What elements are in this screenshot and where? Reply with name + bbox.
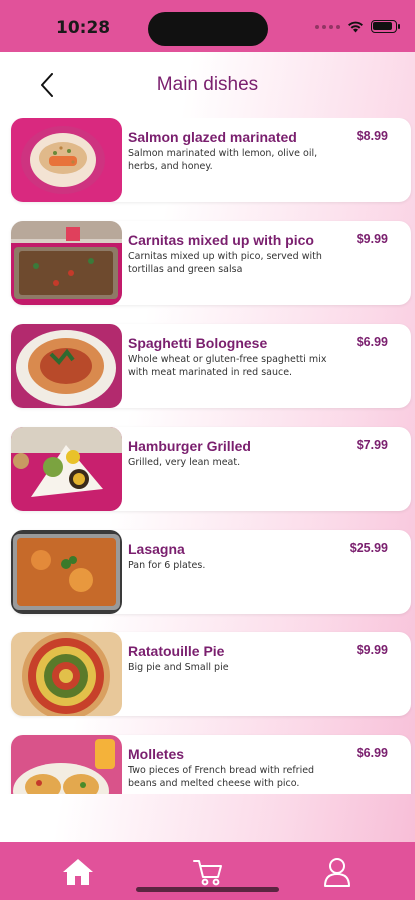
- dish-image-salmon: [11, 118, 122, 202]
- dish-price: $9.99: [356, 643, 388, 657]
- dish-card-lasagna[interactable]: Lasagna Pan for 6 plates. $25.99: [11, 530, 411, 614]
- dish-card-ratatouille[interactable]: Ratatouille Pie Big pie and Small pie $9…: [11, 632, 411, 716]
- dish-card-molletes[interactable]: Molletes Two pieces of French bread with…: [11, 735, 411, 794]
- dish-list[interactable]: Salmon glazed marinated Salmon marinated…: [0, 118, 415, 794]
- tab-home[interactable]: [60, 854, 96, 890]
- dish-name: Salmon glazed marinated: [128, 129, 297, 145]
- dish-description: Whole wheat or gluten-free spaghetti mix…: [128, 354, 327, 378]
- dish-name: Carnitas mixed up with pico: [128, 232, 314, 248]
- dish-description: Two pieces of French bread with refried …: [128, 765, 315, 789]
- dish-image-spaghetti: [11, 324, 122, 408]
- dish-image-hamburger: [11, 427, 122, 511]
- status-time: 10:28: [56, 18, 111, 38]
- dish-price: $25.99: [349, 541, 388, 555]
- dish-name: Lasagna: [128, 541, 185, 557]
- dish-description: Grilled, very lean meat.: [128, 457, 241, 468]
- dish-name: Ratatouille Pie: [128, 643, 225, 659]
- cellular-signal-icon: [315, 24, 340, 29]
- tab-cart[interactable]: [190, 854, 226, 890]
- wifi-icon: [348, 21, 363, 33]
- header: Main dishes: [0, 52, 415, 118]
- dish-description: Big pie and Small pie: [128, 662, 229, 673]
- status-icons: [315, 20, 400, 33]
- dynamic-island: [148, 12, 268, 46]
- dish-description: Carnitas mixed up with pico, served with…: [128, 251, 322, 275]
- home-indicator: [136, 887, 279, 892]
- dish-card-hamburger[interactable]: Hamburger Grilled Grilled, very lean mea…: [11, 427, 411, 511]
- dish-description: Pan for 6 plates.: [128, 560, 206, 571]
- dish-card-spaghetti[interactable]: Spaghetti Bolognese Whole wheat or glute…: [11, 324, 411, 408]
- dish-price: $6.99: [356, 746, 388, 760]
- dish-price: $7.99: [356, 438, 388, 452]
- dish-price: $9.99: [356, 232, 388, 246]
- tab-profile[interactable]: [319, 854, 355, 890]
- dish-card-carnitas[interactable]: Carnitas mixed up with pico Carnitas mix…: [11, 221, 411, 305]
- dish-card-salmon[interactable]: Salmon glazed marinated Salmon marinated…: [11, 118, 411, 202]
- dish-price: $6.99: [356, 335, 388, 349]
- dish-image-molletes: [11, 735, 122, 794]
- dish-name: Molletes: [128, 746, 185, 762]
- cart-icon: [193, 860, 222, 886]
- battery-icon: [371, 20, 400, 33]
- dish-name: Spaghetti Bolognese: [128, 335, 268, 351]
- dish-description: Salmon marinated with lemon, olive oil, …: [128, 148, 318, 172]
- dish-image-ratatouille: [11, 632, 122, 716]
- dish-name: Hamburger Grilled: [128, 438, 251, 454]
- profile-icon: [324, 858, 350, 887]
- page-title: Main dishes: [156, 74, 259, 95]
- home-icon: [63, 859, 93, 885]
- dish-price: $8.99: [356, 129, 388, 143]
- dish-image-lasagna: [11, 530, 122, 614]
- dish-image-carnitas: [11, 221, 122, 305]
- status-bar: 10:28: [0, 0, 415, 52]
